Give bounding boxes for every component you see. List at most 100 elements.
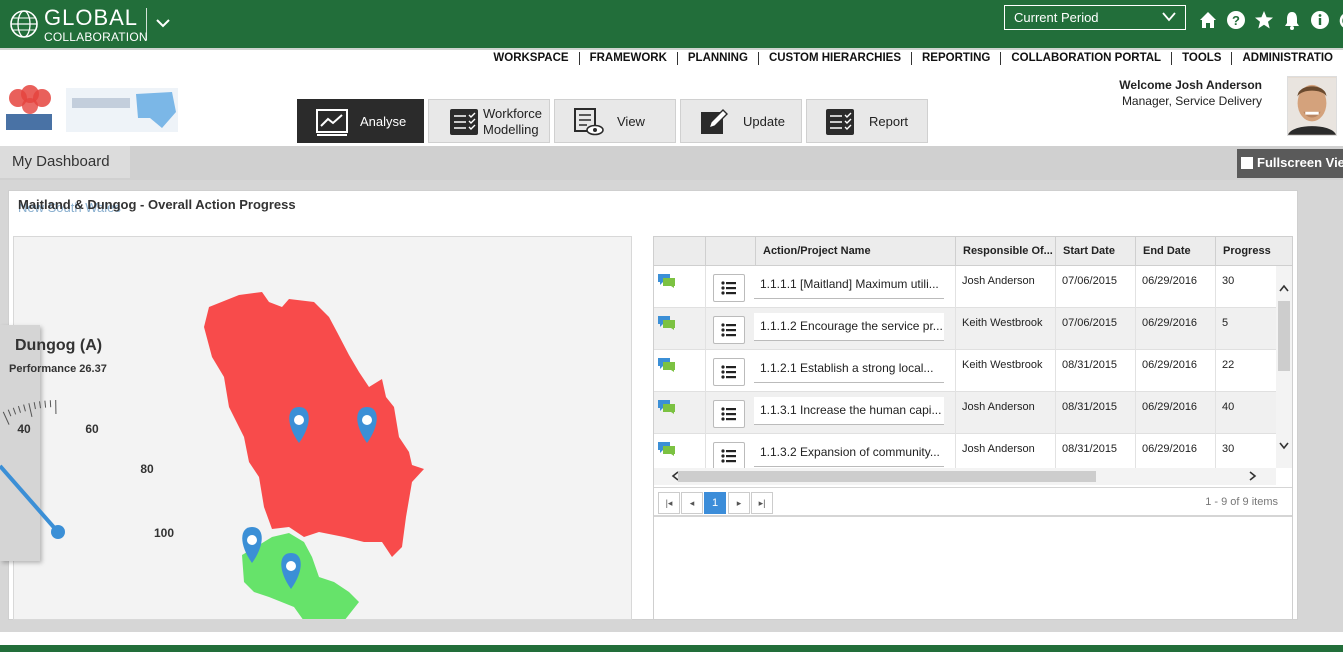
row-menu-button[interactable] [713,316,745,344]
dashboard-title: My Dashboard [0,146,130,178]
gauge-tick [23,404,26,412]
document-view-icon [574,108,604,136]
comments-icon[interactable] [658,358,676,372]
help-icon[interactable]: ? [1225,9,1247,31]
table-row[interactable]: 1.1.1.1 [Maitland] Maximum utili... Josh … [654,266,1276,308]
list-icon [721,407,736,421]
expand-icon [1241,157,1253,169]
row-menu-button[interactable] [713,442,745,470]
checklist-icon [450,109,478,135]
action-name-cell[interactable]: 1.1.2.1 Establish a strong local... [754,355,944,383]
horizontal-scroll-thumb[interactable] [678,471,1096,482]
list-icon [721,281,736,295]
end-date-cell: 06/29/2016 [1135,266,1215,308]
scroll-up-icon[interactable] [1279,284,1289,292]
brand-line-1: GLOBAL [44,5,139,30]
scroll-down-icon[interactable] [1279,442,1289,450]
star-icon[interactable] [1253,9,1275,31]
welcome-block: Welcome Josh Anderson Manager, Service D… [1119,77,1262,109]
owner-cell: Josh Anderson [955,392,1055,434]
nav-custom-hierarchies[interactable]: CUSTOM HIERARCHIES [757,52,911,65]
col-header-end[interactable]: End Date [1135,237,1215,266]
tile-workforce-label: Workforce Modelling [483,106,542,138]
table-row[interactable]: 1.1.1.2 Encourage the service pr... Keith… [654,308,1276,350]
tile-update[interactable]: Update [680,99,802,143]
gauge-needle [0,464,60,534]
main-nav: WORKSPACE FRAMEWORK PLANNING CUSTOM HIER… [483,52,1343,65]
scroll-right-icon[interactable] [1249,471,1257,481]
period-select[interactable]: Current Period [1004,5,1186,30]
footer-bar [0,645,1343,652]
top-bar: GLOBAL COLLABORATION Current Period ? [0,0,1343,48]
gauge-tick-label: 60 [85,422,99,436]
nav-tools[interactable]: TOOLS [1171,52,1231,65]
fullscreen-view-button[interactable]: Fullscreen Vie [1237,149,1343,178]
comments-icon[interactable] [658,316,676,330]
row-actions-cell [705,308,755,350]
nav-workspace[interactable]: WORKSPACE [483,52,578,65]
gauge-tick-label: 40 [17,422,31,436]
owner-cell: Keith Westbrook [955,350,1055,392]
gauge-title: Dungog (A) [15,337,103,354]
widget-title: Maitland & Dungog - Overall Action Progr… [18,197,296,212]
nav-framework[interactable]: FRAMEWORK [578,52,677,65]
gauge-tick-label: 80 [140,462,154,476]
row-menu-button[interactable] [713,274,745,302]
bell-icon[interactable] [1281,9,1303,31]
tile-analyse[interactable]: Analyse [297,99,424,143]
nav-planning[interactable]: PLANNING [676,52,758,65]
col-header-owner[interactable]: Responsible Of... [955,237,1055,266]
vertical-scroll-thumb[interactable] [1278,301,1290,371]
nav-administration[interactable]: ADMINISTRATIO [1231,52,1343,65]
row-actions-cell [705,392,755,434]
global-collaboration-logo[interactable]: GLOBAL COLLABORATION [8,4,148,44]
progress-cell: 30 [1215,266,1276,308]
table-row[interactable]: 1.1.3.1 Increase the human capi... Josh A… [654,392,1276,434]
welcome-text: Welcome Josh Anderson [1119,78,1262,92]
prev-page-button[interactable]: ◂ [681,492,703,514]
tile-view[interactable]: View [554,99,676,143]
action-progress-grid: Action/Project Name Responsible Of... St… [653,236,1293,620]
next-page-button[interactable]: ▸ [728,492,750,514]
tile-update-label: Update [743,114,785,129]
action-name-cell[interactable]: 1.1.1.1 [Maitland] Maximum utili... [754,271,944,299]
vertical-scrollbar[interactable] [1276,266,1292,468]
action-name-cell[interactable]: 1.1.3.1 Increase the human capi... [754,397,944,425]
start-date-cell: 08/31/2015 [1055,350,1135,392]
col-header-name[interactable]: Action/Project Name [755,237,955,266]
tile-workforce-modelling[interactable]: Workforce Modelling [428,99,550,143]
action-name-cell[interactable]: 1.1.1.2 Encourage the service pr... [754,313,944,341]
row-menu-button[interactable] [713,358,745,386]
gauge-ticks [2,400,57,425]
start-date-cell: 07/06/2015 [1055,266,1135,308]
nav-reporting[interactable]: REPORTING [911,52,1000,65]
horizontal-scrollbar[interactable] [654,468,1276,485]
action-name-cell[interactable]: 1.1.3.2 Expansion of community... [754,439,944,467]
table-row[interactable]: 1.1.2.1 Establish a strong local... Keith… [654,350,1276,392]
maitland-region[interactable] [204,292,424,557]
pager-info: 1 - 9 of 9 items [1205,496,1278,508]
comments-icon[interactable] [658,442,676,456]
col-header-start[interactable]: Start Date [1055,237,1135,266]
comments-icon[interactable] [658,274,676,288]
avatar[interactable] [1287,76,1337,136]
col-header-progress[interactable]: Progress [1215,237,1292,266]
progress-cell: 5 [1215,308,1276,350]
row-menu-button[interactable] [713,400,745,428]
current-page-button[interactable]: 1 [704,492,726,514]
tile-report[interactable]: Report [806,99,928,143]
period-select-value: Current Period [1014,10,1099,25]
comments-icon[interactable] [658,400,676,414]
nav-collaboration-portal[interactable]: COLLABORATION PORTAL [1000,52,1171,65]
info-icon[interactable] [1309,9,1331,31]
chevron-down-icon[interactable] [154,14,172,32]
first-page-button[interactable]: |◂ [658,492,680,514]
power-icon[interactable] [1337,9,1343,31]
row-actions-cell [705,350,755,392]
last-page-button[interactable]: ▸| [751,492,773,514]
end-date-cell: 06/29/2016 [1135,392,1215,434]
home-icon[interactable] [1197,9,1219,31]
grid-header-blank [705,237,755,266]
performance-gauge: 40 60 80 100 [0,400,174,540]
globe-icon [10,10,38,38]
